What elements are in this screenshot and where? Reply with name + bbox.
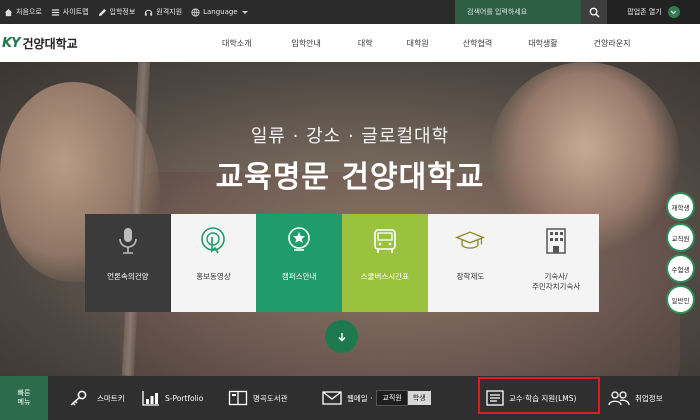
popup-zone-label: 팝업존 열기 (627, 8, 662, 16)
nav-graduate-school[interactable]: 대학원 (407, 38, 429, 49)
sitemap-link-label: 사이트맵 (62, 8, 89, 16)
nav-industry-cooperation[interactable]: 산학협력 (463, 38, 492, 49)
quick-library[interactable]: 명곡도서관 (228, 376, 288, 420)
nav-admission[interactable]: 입학안내 (291, 38, 320, 49)
quick-menu-label: 빠른 메뉴 (0, 376, 48, 420)
tile-label: 장학제도 (456, 272, 485, 281)
sitemap-link[interactable]: 사이트맵 (51, 7, 89, 17)
language-selector[interactable]: Language (191, 7, 248, 17)
logo-text: 건양대학교 (22, 36, 78, 51)
quick-library-label: 명곡도서관 (253, 393, 288, 403)
tile-label: 스쿨버스시간표 (360, 272, 409, 281)
quick-career[interactable]: 취업정보 (608, 376, 663, 420)
utility-bar: 처음으로 사이트맵 입학정보 원격지원 Language 검색어를 입력하세요 … (0, 0, 700, 24)
audience-quick-links: 재학생 교직원 수험생 일반인 (666, 192, 695, 316)
tile-scholarship[interactable]: 장학제도 (427, 214, 514, 312)
admission-info-label: 입학정보 (109, 8, 136, 16)
book-icon (228, 390, 248, 406)
hero-visual: 일류 · 강소 · 글로컬대학 교육명문 건양대학교 언론속의건양 홍보동영상 … (0, 62, 700, 376)
key-icon (68, 390, 88, 406)
hero-title: 교육명문 건양대학교 (215, 160, 485, 195)
popup-zone-toggle[interactable]: 팝업존 열기 (607, 0, 700, 24)
tile-campus-guide[interactable]: 캠퍼스안내 (256, 214, 342, 312)
language-label: Language (203, 8, 238, 16)
nav-campus-life[interactable]: 대학생활 (528, 38, 557, 49)
search-box (455, 0, 607, 24)
mail-icon (322, 391, 342, 405)
university-logo[interactable]: KY 건양대학교 (2, 35, 78, 52)
audience-faculty-staff[interactable]: 교직원 (666, 223, 695, 252)
webmail-student-button[interactable]: 학생 (407, 391, 431, 405)
headset-icon (144, 8, 153, 17)
site-header: KY 건양대학교 대학소개 입학안내 대학 대학원 산학협력 대학생활 건양라운… (0, 24, 700, 62)
home-icon (4, 8, 13, 17)
tile-label: 캠퍼스안내 (281, 272, 317, 281)
home-link[interactable]: 처음으로 (4, 7, 42, 17)
audience-general-public[interactable]: 일반인 (666, 285, 695, 314)
quick-smartkey[interactable]: 스마트키 (68, 376, 125, 420)
remote-support-label: 원격지원 (156, 8, 183, 16)
shortcut-tiles: 언론속의건양 홍보동영상 캠퍼스안내 스쿨버스시간표 장학제도 기숙사/ 주민자… (85, 214, 599, 312)
logo-mark: KY (2, 35, 20, 51)
quick-menu-label-line: 메뉴 (17, 398, 31, 406)
touch-play-icon (198, 226, 228, 256)
users-icon (608, 390, 630, 406)
search-icon (589, 7, 600, 18)
caret-down-icon (241, 10, 248, 14)
search-input[interactable] (455, 8, 579, 16)
globe-icon (191, 7, 200, 17)
tile-school-bus[interactable]: 스쿨버스시간표 (341, 214, 428, 312)
hero-subtitle: 일류 · 강소 · 글로컬대학 (250, 126, 450, 147)
audience-applicants[interactable]: 수험생 (666, 254, 695, 283)
tile-dormitory[interactable]: 기숙사/ 주민자치기숙사 (513, 214, 599, 312)
arrow-down-icon (338, 332, 345, 341)
quick-smartkey-label: 스마트키 (97, 393, 125, 403)
building-icon (541, 226, 571, 256)
bar-chart-icon (142, 390, 160, 406)
audience-current-students[interactable]: 재학생 (666, 192, 695, 221)
webmail-staff-button[interactable]: 교직원 (376, 390, 408, 406)
main-navigation: 대학소개 입학안내 대학 대학원 산학협력 대학생활 건양라운지 (222, 24, 630, 62)
pencil-icon (98, 8, 107, 17)
map-pin-star-icon (284, 226, 314, 256)
scroll-down-button[interactable] (325, 320, 358, 353)
bus-icon (370, 226, 400, 256)
tile-label: 언론속의건양 (107, 272, 149, 281)
lms-highlight-outline (478, 377, 600, 414)
admission-info-link[interactable]: 입학정보 (98, 7, 136, 17)
remote-support-link[interactable]: 원격지원 (144, 7, 182, 17)
quick-s-portfolio-label: S-Portfolio (165, 393, 204, 403)
menu-icon (51, 8, 60, 17)
graduation-cap-icon (455, 226, 486, 256)
tile-promo-video[interactable]: 홍보동영상 (170, 214, 257, 312)
quick-webmail: 웹메일 · 교직원 학생 (322, 376, 431, 420)
nav-about[interactable]: 대학소개 (222, 38, 251, 49)
search-button[interactable] (581, 0, 607, 24)
chevron-down-icon (667, 6, 680, 18)
quick-s-portfolio[interactable]: S-Portfolio (142, 376, 203, 420)
quick-career-label: 취업정보 (635, 393, 663, 403)
home-link-label: 처음으로 (16, 8, 42, 16)
quick-webmail-label: 웹메일 · (347, 393, 373, 403)
tile-press-coverage[interactable]: 언론속의건양 (85, 214, 171, 312)
microphone-icon (113, 226, 143, 256)
tile-label: 홍보동영상 (196, 272, 231, 281)
nav-lounge[interactable]: 건양라운지 (594, 38, 631, 49)
tile-label: 기숙사/ 주민자치기숙사 (531, 272, 581, 291)
quick-menu-label-line: 빠른 (17, 388, 31, 397)
utility-links: 처음으로 사이트맵 입학정보 원격지원 Language (0, 0, 257, 24)
nav-colleges[interactable]: 대학 (358, 38, 373, 49)
